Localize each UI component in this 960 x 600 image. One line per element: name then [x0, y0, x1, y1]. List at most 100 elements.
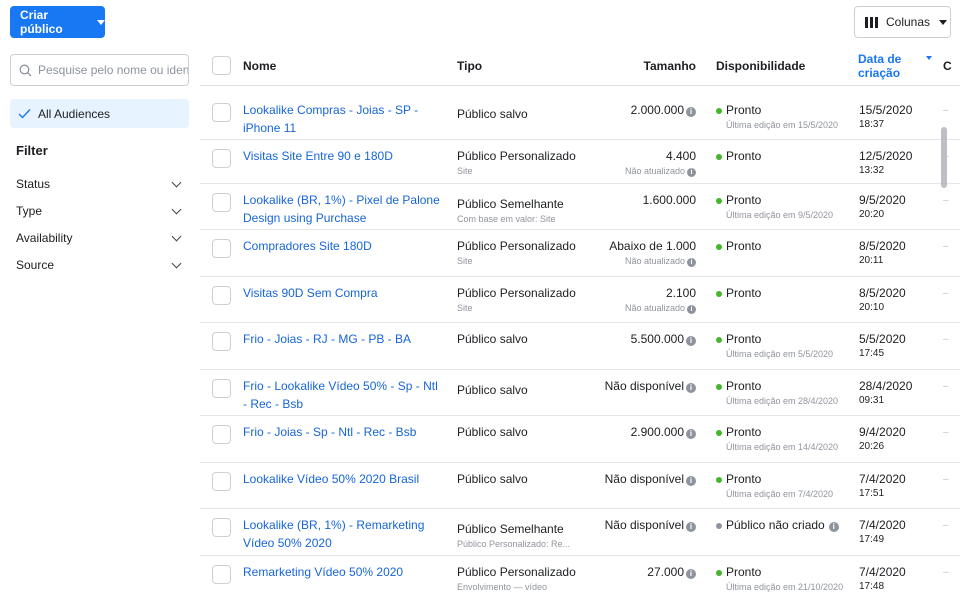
row-checkbox[interactable]	[212, 518, 231, 537]
audience-type: Público salvo	[457, 107, 528, 122]
info-icon[interactable]: i	[686, 107, 696, 117]
audience-name-link[interactable]: Lookalike Compras - Joias - SP - iPhone …	[243, 101, 443, 137]
filter-label: Type	[16, 204, 43, 218]
status-dot-icon	[716, 108, 722, 114]
status-label: Pronto	[726, 286, 762, 300]
audience-name-link[interactable]: Frio - Joias - RJ - MG - PB - BA	[243, 330, 443, 348]
row-checkbox[interactable]	[212, 332, 231, 351]
audience-name-link[interactable]: Remarketing Vídeo 50% 2020	[243, 563, 443, 581]
create-audience-button[interactable]: Criar público	[10, 6, 105, 38]
time-value: 17:51	[859, 488, 885, 499]
availability: Pronto	[716, 149, 761, 164]
audience-name-link[interactable]: Compradores Site 180D	[243, 237, 443, 255]
header-size[interactable]: Tamanho	[644, 59, 696, 73]
size-value: 2.100	[665, 286, 696, 300]
status-dot-icon	[716, 570, 722, 576]
audience-name-link[interactable]: Lookalike (BR, 1%) - Pixel de Palone Des…	[243, 191, 443, 227]
sort-desc-icon	[926, 56, 932, 60]
type-label: Público salvo	[457, 107, 528, 121]
audience-name-link[interactable]: Frio - Joias - Sp - Ntl - Rec - Bsb	[243, 423, 443, 441]
audience-name-link[interactable]: Frio - Lookalike Vídeo 50% - Sp - Ntl - …	[243, 377, 443, 413]
info-icon[interactable]: i	[686, 383, 696, 393]
info-icon[interactable]: i	[686, 569, 696, 579]
status-label: Pronto	[726, 103, 762, 117]
info-icon[interactable]: i	[687, 168, 696, 177]
info-icon[interactable]: i	[686, 522, 696, 532]
filter-type[interactable]: Type	[16, 204, 184, 218]
status-label: Pronto	[726, 149, 762, 163]
availability: Pronto Última edição em 21/10/2020	[716, 565, 843, 594]
table-row[interactable]: Visitas Site Entre 90 e 180D Público Pers…	[200, 140, 960, 184]
table-row[interactable]: Remarketing Vídeo 50% 2020 Público Person…	[200, 556, 960, 600]
header-date[interactable]: Data de criação	[858, 52, 912, 80]
table-row[interactable]: Lookalike (BR, 1%) - Pixel de Palone Des…	[200, 184, 960, 230]
search-icon	[19, 64, 32, 76]
row-checkbox[interactable]	[212, 425, 231, 444]
type-label: Público salvo	[457, 332, 528, 346]
availability: Pronto Última edição em 7/4/2020	[716, 472, 833, 501]
audience-name-link[interactable]: Visitas 90D Sem Compra	[243, 284, 443, 302]
search-input[interactable]: Pesquise pelo nome ou identifi...	[10, 54, 189, 86]
size-value: Não disponível	[604, 472, 684, 486]
table-row[interactable]: Lookalike Vídeo 50% 2020 Brasil Público s…	[200, 463, 960, 509]
filter-label: Source	[16, 258, 55, 272]
table-row[interactable]: Frio - Lookalike Vídeo 50% - Sp - Ntl - …	[200, 370, 960, 416]
audience-size: 5.500.000 i	[631, 332, 696, 347]
header-availability[interactable]: Disponibilidade	[716, 59, 805, 73]
row-checkbox[interactable]	[212, 149, 231, 168]
audience-size: Não disponível i	[605, 472, 696, 487]
table-row[interactable]: Lookalike Compras - Joias - SP - iPhone …	[200, 88, 960, 140]
filter-availability[interactable]: Availability	[16, 231, 184, 245]
info-icon[interactable]: i	[687, 258, 696, 267]
availability: Público não criado i	[716, 518, 839, 533]
audience-size: 27.000 i	[647, 565, 696, 580]
audience-size: Abaixo de 1.000 Não atualizado i	[609, 239, 696, 268]
all-audiences-label: All Audiences	[38, 106, 111, 121]
row-checkbox[interactable]	[212, 565, 231, 584]
row-checkbox[interactable]	[212, 239, 231, 258]
audience-name-link[interactable]: Lookalike (BR, 1%) - Remarketing Vídeo 5…	[243, 516, 443, 552]
filter-source[interactable]: Source	[16, 258, 184, 272]
audience-name-link[interactable]: Lookalike Vídeo 50% 2020 Brasil	[243, 470, 443, 488]
filter-status[interactable]: Status	[16, 177, 184, 191]
select-all-checkbox[interactable]	[212, 56, 231, 75]
header-name[interactable]: Nome	[243, 59, 276, 73]
extra-cell: –	[943, 195, 949, 206]
table-header: Nome Tipo Tamanho Disponibilidade Data d…	[200, 44, 960, 86]
table-row[interactable]: Frio - Joias - RJ - MG - PB - BA Público …	[200, 323, 960, 370]
creation-date: 8/5/2020 20:10	[859, 286, 906, 315]
table-row[interactable]: Visitas 90D Sem Compra Público Personaliz…	[200, 277, 960, 323]
row-checkbox[interactable]	[212, 193, 231, 212]
columns-button[interactable]: Colunas	[854, 6, 951, 38]
row-checkbox[interactable]	[212, 379, 231, 398]
header-extra[interactable]: C	[943, 59, 952, 73]
date-value: 5/5/2020	[859, 332, 906, 346]
row-checkbox[interactable]	[212, 472, 231, 491]
type-label: Público salvo	[457, 383, 528, 397]
size-sub-label: Não atualizado	[624, 166, 685, 176]
row-checkbox[interactable]	[212, 103, 231, 122]
table-row[interactable]: Compradores Site 180D Público Personaliza…	[200, 230, 960, 277]
scrollbar-thumb[interactable]	[941, 127, 947, 188]
extra-cell: –	[943, 241, 949, 252]
info-icon[interactable]: i	[686, 476, 696, 486]
date-value: 8/5/2020	[859, 239, 906, 253]
audience-type: Público salvo	[457, 425, 528, 440]
filter-label: Status	[16, 177, 51, 191]
table-row[interactable]: Frio - Joias - Sp - Ntl - Rec - Bsb Públi…	[200, 416, 960, 463]
info-icon[interactable]: i	[828, 522, 839, 532]
size-value: Abaixo de 1.000	[609, 239, 696, 253]
info-icon[interactable]: i	[686, 429, 696, 439]
audience-name-link[interactable]: Visitas Site Entre 90 e 180D	[243, 147, 443, 165]
header-type[interactable]: Tipo	[457, 59, 482, 73]
all-audiences-item[interactable]: All Audiences	[10, 99, 189, 128]
type-sub: Site	[457, 256, 473, 266]
extra-cell: –	[943, 520, 949, 531]
size-value: 27.000	[647, 565, 684, 579]
table-row[interactable]: Lookalike (BR, 1%) - Remarketing Vídeo 5…	[200, 509, 960, 556]
info-icon[interactable]: i	[687, 305, 696, 314]
row-checkbox[interactable]	[212, 286, 231, 305]
type-label: Público Personalizado	[457, 239, 576, 253]
date-value: 7/4/2020	[859, 565, 906, 579]
info-icon[interactable]: i	[686, 336, 696, 346]
